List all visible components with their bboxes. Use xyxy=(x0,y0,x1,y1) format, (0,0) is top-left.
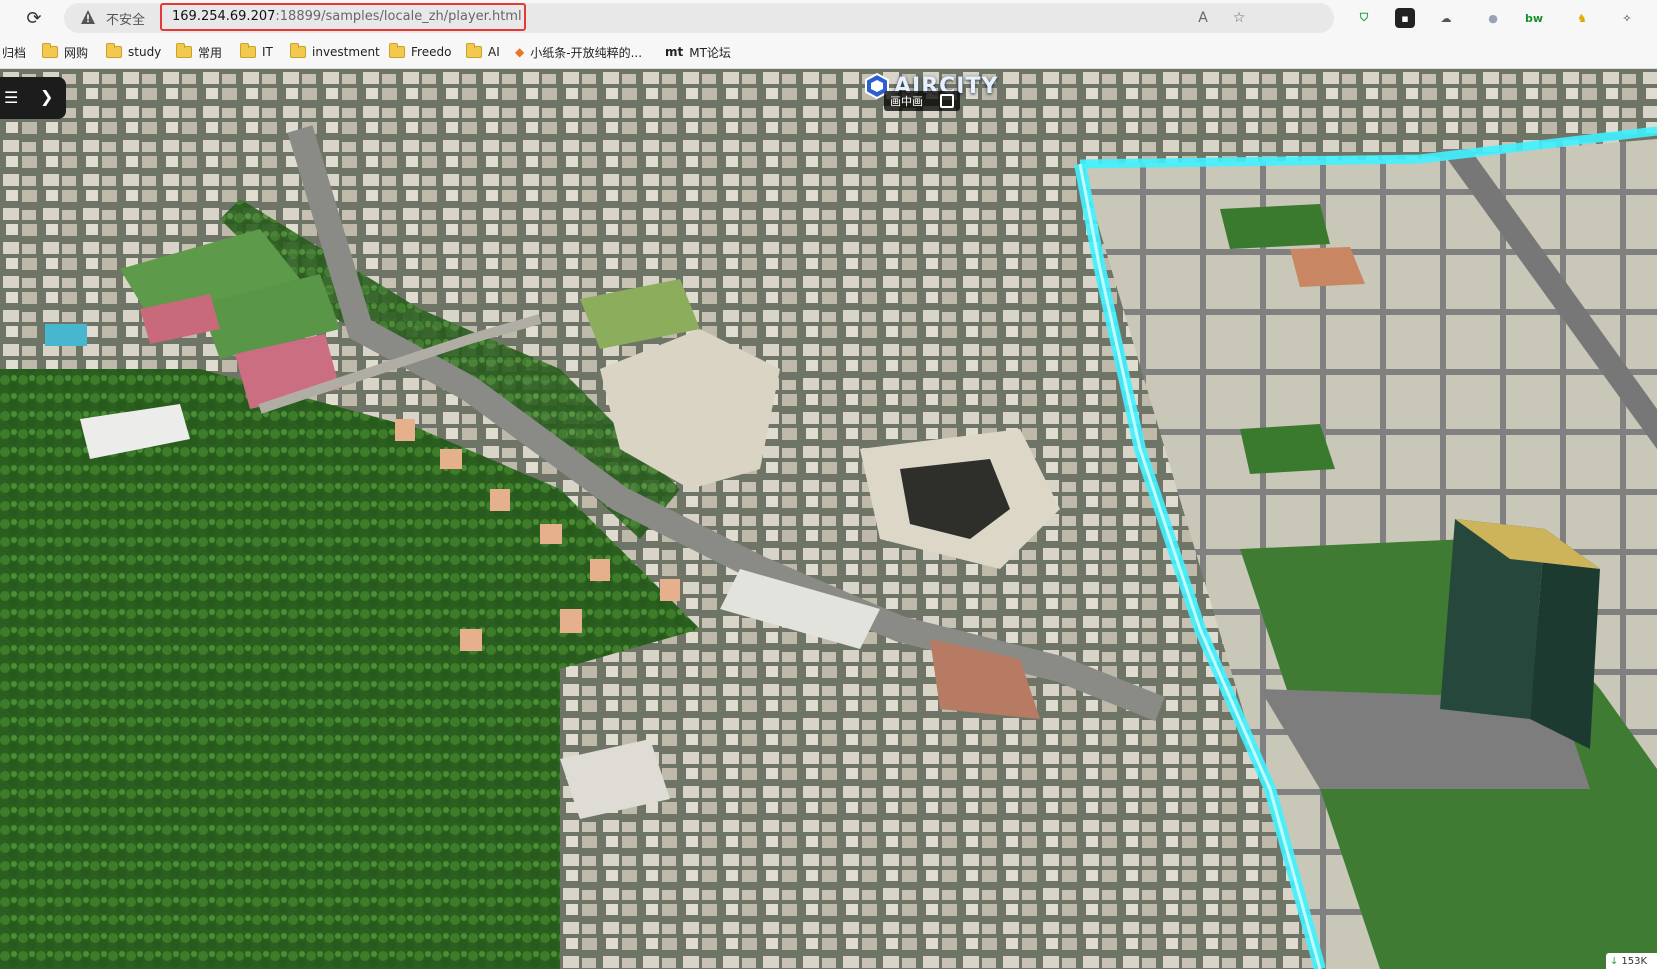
folder-icon xyxy=(42,43,58,58)
bookmarks-bar: 归档 网购 study 常用 IT investment Freedo AI ◆… xyxy=(0,35,1657,69)
folder-icon xyxy=(106,43,122,58)
bookmark-item[interactable]: Freedo xyxy=(389,43,451,61)
bookmark-label: AI xyxy=(488,45,500,59)
folder-icon xyxy=(176,43,192,58)
bookmark-item[interactable]: AI xyxy=(466,43,500,61)
folder-icon xyxy=(290,43,306,58)
puzzle-extensions-icon[interactable]: ✧ xyxy=(1617,8,1637,28)
menu-icon[interactable]: ☰ xyxy=(4,88,18,107)
bookmark-label: 网购 xyxy=(64,45,89,60)
folder-icon xyxy=(389,43,405,58)
duck-extension-icon[interactable]: ♞ xyxy=(1572,8,1592,28)
download-arrow-icon: ↓ xyxy=(1610,955,1619,967)
extension-dark-icon[interactable]: ▪ xyxy=(1395,8,1415,28)
download-speed-text: 153K xyxy=(1621,955,1648,967)
mt-icon: mt xyxy=(665,45,684,59)
bookmark-item[interactable]: 网购 xyxy=(42,43,88,61)
bookmark-label: 小纸条-开放纯粹的... xyxy=(530,45,643,60)
download-speed-badge: ↓ 153K xyxy=(1606,953,1657,969)
pool xyxy=(45,324,87,346)
bookmark-item[interactable]: mt MT论坛 xyxy=(665,43,731,61)
model-lawn xyxy=(1240,424,1335,474)
folder-icon xyxy=(240,43,256,58)
picture-in-picture-button[interactable]: 画中画 xyxy=(884,91,960,111)
bookmark-label: Freedo xyxy=(411,45,452,59)
url-host: 169.254.69.207 xyxy=(172,9,276,24)
bookmark-item[interactable]: study xyxy=(106,43,161,61)
fox-icon: ◆ xyxy=(515,45,525,59)
bookmark-label: 归档 xyxy=(2,45,27,60)
bookmark-item[interactable]: IT xyxy=(240,43,273,61)
insecure-label: 不安全 xyxy=(106,13,146,28)
reload-icon[interactable]: ⟳ xyxy=(22,6,46,30)
warning-icon xyxy=(81,10,95,24)
bookmark-label: MT论坛 xyxy=(689,45,731,60)
bookmark-label: 常用 xyxy=(198,45,223,60)
bw-extension-icon[interactable]: bw xyxy=(1524,8,1544,28)
bookmark-item[interactable]: ◆ 小纸条-开放纯粹的... xyxy=(515,43,642,61)
model-lawn xyxy=(1220,204,1330,249)
bookmark-item[interactable]: investment xyxy=(290,43,380,61)
chevron-right-icon[interactable]: ❯ xyxy=(40,87,53,106)
favorite-star-icon[interactable]: ☆ xyxy=(1230,9,1248,27)
folder-icon xyxy=(466,43,482,58)
url-path: :18899/samples/locale_zh/player.html xyxy=(275,9,522,24)
bookmark-label: IT xyxy=(262,45,273,59)
pip-label: 画中画 xyxy=(890,95,923,108)
bookmark-label: investment xyxy=(312,45,380,59)
city-scene xyxy=(0,69,1657,969)
url-text[interactable]: 169.254.69.207:18899/samples/locale_zh/p… xyxy=(172,9,522,24)
bookmark-label: study xyxy=(128,45,162,59)
cloud-extension-icon[interactable]: ☁ xyxy=(1436,8,1456,28)
bookmark-item[interactable]: 常用 xyxy=(176,43,222,61)
address-bar[interactable]: 不安全 169.254.69.207:18899/samples/locale_… xyxy=(64,3,1334,33)
bookmark-item[interactable]: 归档 xyxy=(2,43,26,61)
circle-extension-icon[interactable]: ● xyxy=(1483,8,1503,28)
side-panel-toggle[interactable]: ☰ ❯ xyxy=(0,77,66,119)
shield-extension-icon[interactable]: ⛉ xyxy=(1354,8,1374,28)
pip-expand-icon xyxy=(940,94,954,108)
read-aloud-icon[interactable]: A xyxy=(1194,9,1212,27)
3d-city-viewport[interactable]: ☰ ❯ AIRCITY 画中画 xyxy=(0,69,1657,969)
browser-toolbar: ⟳ 不安全 169.254.69.207:18899/samples/local… xyxy=(0,0,1657,35)
